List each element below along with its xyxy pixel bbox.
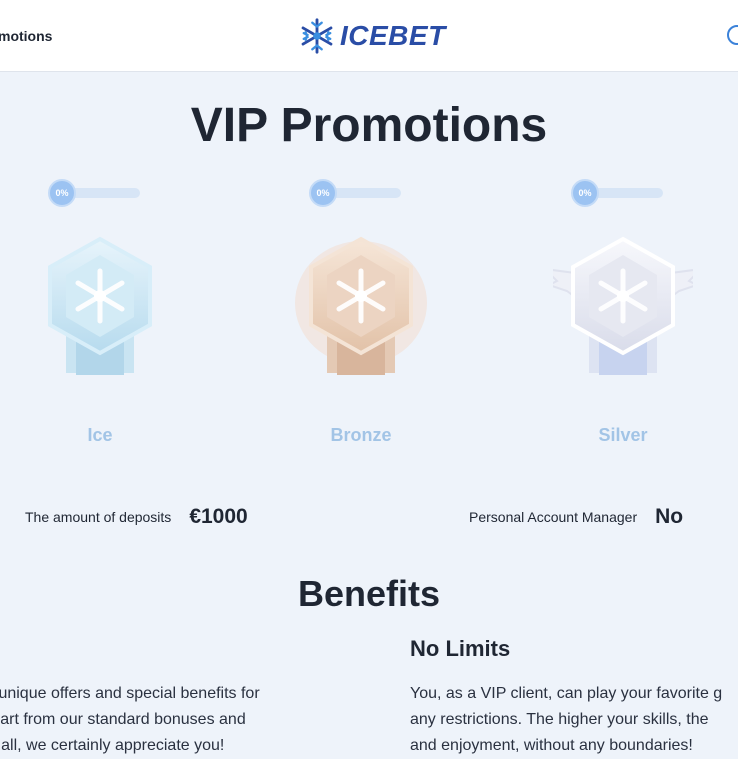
- benefit-line: You, as a VIP client, can play your favo…: [410, 685, 723, 702]
- tier-card-bronze[interactable]: 0% Bronze: [271, 178, 451, 458]
- benefit-title: [0, 633, 318, 665]
- tier-progress: 0%: [48, 178, 143, 208]
- benefit-line: ys unique offers and special benefits fo…: [0, 685, 260, 702]
- progress-knob: 0%: [571, 179, 599, 207]
- benefit-title: No Limits: [410, 636, 511, 661]
- snowflake-logo-icon: [301, 18, 333, 54]
- silver-winged-snowflake-badge-icon: [553, 236, 693, 375]
- ice-snowflake-badge-icon: [48, 236, 152, 375]
- logo-text: ICEBET: [340, 20, 446, 51]
- bronze-snowflake-badge-icon: [295, 236, 427, 375]
- circle-icon[interactable]: [727, 25, 738, 45]
- logo[interactable]: ICEBET: [298, 16, 446, 56]
- tier-name: Silver: [598, 425, 648, 445]
- benefit-text: You, as a VIP client, can play your favo…: [410, 681, 738, 759]
- benefit-line: any restrictions. The higher your skills…: [410, 711, 709, 728]
- tier-card-silver[interactable]: 0% Silver: [533, 178, 713, 458]
- manager-value: No: [655, 505, 684, 528]
- tier-name: Bronze: [330, 425, 392, 445]
- deposits-label: The amount of deposits: [25, 509, 172, 525]
- benefits-title: Benefits: [297, 573, 441, 614]
- stat-account-manager: Personal Account Manager No: [469, 503, 683, 531]
- tier-card-ice[interactable]: 0% Ice: [10, 178, 190, 458]
- deposits-value: €1000: [189, 505, 248, 528]
- site-header: motions ICEBET: [0, 0, 738, 72]
- progress-knob: 0%: [48, 179, 76, 207]
- benefit-line: and enjoyment, without any boundaries!: [410, 737, 693, 754]
- tier-name: Ice: [87, 425, 113, 445]
- benefit-line: apart from our standard bonuses and: [0, 711, 246, 728]
- stat-deposits: The amount of deposits €1000: [25, 503, 248, 531]
- tier-progress: 0%: [309, 178, 404, 208]
- benefit-text: ys unique offers and special benefits fo…: [0, 681, 318, 759]
- page-title: VIP Promotions: [190, 99, 548, 152]
- benefit-line: ter all, we certainly appreciate you!: [0, 737, 225, 754]
- tier-progress: 0%: [571, 178, 666, 208]
- nav-link-promotions[interactable]: motions: [0, 28, 52, 44]
- benefit-card: ys unique offers and special benefits fo…: [0, 633, 318, 759]
- benefit-card: No Limits You, as a VIP client, can play…: [410, 633, 738, 759]
- progress-knob: 0%: [309, 179, 337, 207]
- manager-label: Personal Account Manager: [469, 509, 638, 525]
